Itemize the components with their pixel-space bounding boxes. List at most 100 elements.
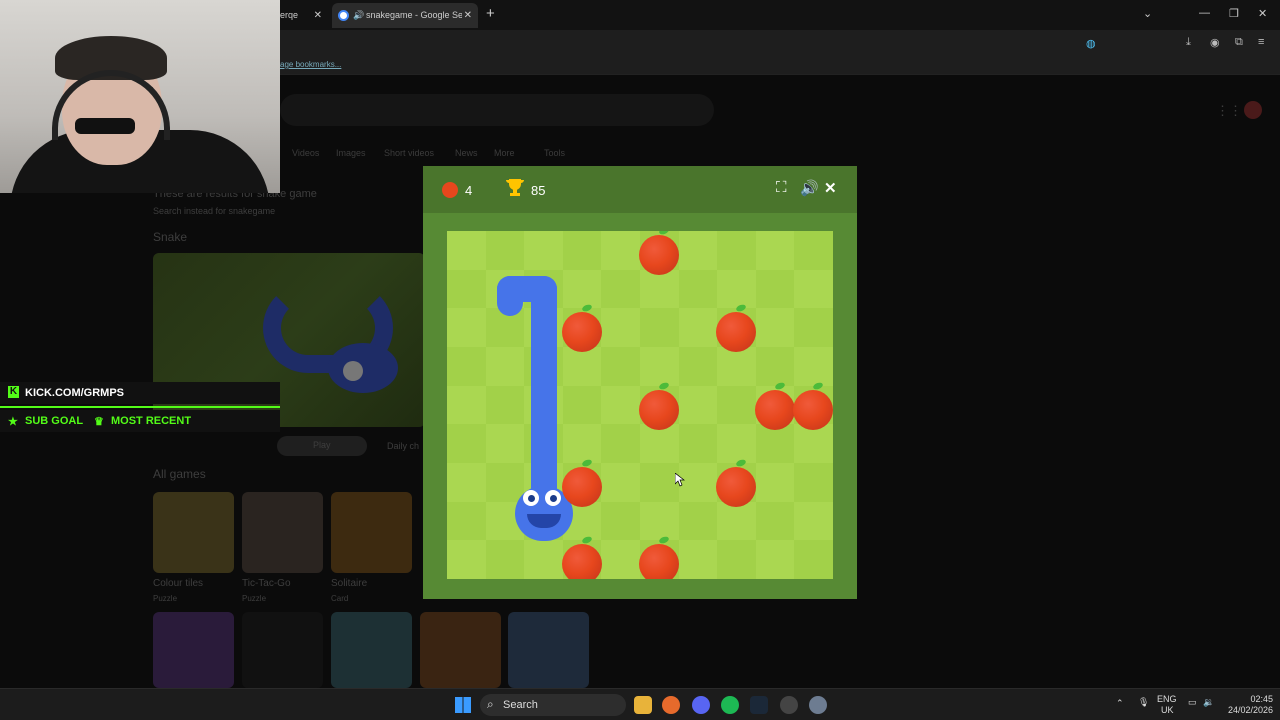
board-cell bbox=[447, 540, 486, 579]
section-title: Snake bbox=[153, 230, 188, 244]
tray-expand-icon[interactable]: ⌃ bbox=[1116, 698, 1124, 709]
extensions-icon[interactable]: ⧉ bbox=[1235, 36, 1243, 49]
apple bbox=[639, 389, 679, 430]
board-cell bbox=[755, 308, 795, 347]
game-board[interactable] bbox=[447, 231, 833, 579]
volume-icon[interactable]: 🔊 bbox=[800, 179, 819, 197]
profile-avatar[interactable] bbox=[1244, 101, 1262, 119]
search-box[interactable] bbox=[280, 94, 714, 126]
board-cell bbox=[601, 308, 640, 347]
microphone-icon[interactable]: 🎙 bbox=[1138, 697, 1149, 708]
tab-snakegame[interactable]: 🔊 snakegame - Google Search ✕ bbox=[332, 3, 478, 28]
apple bbox=[754, 389, 795, 430]
board-cell bbox=[678, 424, 718, 463]
high-score: 85 bbox=[531, 183, 546, 198]
board-cell bbox=[755, 231, 795, 270]
close-icon[interactable]: ✕ bbox=[824, 179, 837, 197]
board-cell bbox=[601, 540, 640, 579]
account-icon[interactable]: ◉ bbox=[1210, 36, 1220, 49]
tab-list-icon[interactable]: ⌄ bbox=[1143, 7, 1152, 20]
apps-icon[interactable]: ⋮⋮ bbox=[1216, 103, 1242, 119]
window-close-icon[interactable]: ✕ bbox=[1258, 7, 1267, 20]
bookmarks-link[interactable]: age bookmarks... bbox=[280, 60, 341, 69]
download-icon[interactable]: ⤓ bbox=[1186, 36, 1191, 49]
taskbar-search[interactable]: ⌕ Search bbox=[480, 694, 626, 716]
apple-score-icon bbox=[442, 182, 458, 198]
nav-more[interactable]: More bbox=[494, 148, 515, 158]
board-cell bbox=[640, 463, 679, 502]
overlay-divider bbox=[0, 406, 280, 408]
board-cell bbox=[640, 347, 679, 386]
all-games-title: All games bbox=[153, 467, 206, 481]
speaker-icon[interactable]: 🔉 bbox=[1203, 697, 1214, 708]
board-cell bbox=[601, 269, 640, 309]
game-thumb[interactable] bbox=[331, 612, 412, 688]
audio-icon[interactable]: 🔊 bbox=[353, 3, 364, 28]
clock-date[interactable]: 24/02/2026 bbox=[1221, 705, 1273, 715]
search-instead-link[interactable]: Search instead for snakegame bbox=[153, 206, 275, 216]
board-cell bbox=[447, 501, 486, 541]
nav-videos[interactable]: Videos bbox=[292, 148, 319, 158]
board-cell bbox=[562, 347, 602, 386]
close-tab-icon[interactable]: ✕ bbox=[464, 3, 472, 28]
nav-tools[interactable]: Tools bbox=[544, 148, 565, 158]
fullscreen-icon[interactable]: ⛶ bbox=[776, 179, 787, 196]
clock-time[interactable]: 02:45 bbox=[1229, 694, 1273, 704]
lang-region[interactable]: UK bbox=[1161, 705, 1174, 715]
board-cell bbox=[640, 269, 679, 309]
nav-images[interactable]: Images bbox=[336, 148, 366, 158]
windows-start-icon[interactable] bbox=[455, 697, 471, 713]
steam-icon[interactable] bbox=[750, 696, 768, 714]
tab-prev[interactable]: erqe ✕ bbox=[272, 3, 328, 28]
play-button[interactable]: Play bbox=[277, 436, 367, 456]
network-icon[interactable]: ▭ bbox=[1188, 697, 1197, 708]
nav-short-videos[interactable]: Short videos bbox=[384, 148, 434, 158]
board-cell bbox=[447, 347, 486, 386]
minimize-icon[interactable]: — bbox=[1199, 7, 1210, 19]
settings-icon[interactable] bbox=[809, 696, 827, 714]
new-tab-icon[interactable]: + bbox=[486, 5, 495, 22]
game-thumb-tic-tac-go[interactable] bbox=[242, 492, 323, 573]
kick-banner: K KICK.COM/GRMPS bbox=[0, 382, 280, 404]
board-cell bbox=[794, 231, 833, 270]
game-thumb[interactable] bbox=[153, 612, 234, 688]
board-cell bbox=[794, 463, 833, 502]
board-cell bbox=[640, 308, 679, 347]
board-cell bbox=[601, 424, 640, 463]
game-thumb[interactable] bbox=[420, 612, 501, 688]
snake-body bbox=[531, 276, 557, 501]
lang-code[interactable]: ENG bbox=[1157, 694, 1177, 704]
board-cell bbox=[717, 540, 756, 579]
taskbar-search-label: Search bbox=[503, 699, 538, 711]
firefox-icon[interactable] bbox=[662, 696, 680, 714]
kick-icon: K bbox=[8, 386, 19, 398]
board-cell bbox=[794, 540, 833, 579]
restore-icon[interactable]: ❐ bbox=[1229, 7, 1239, 20]
menu-icon[interactable]: ≡ bbox=[1258, 36, 1264, 48]
vpn-icon[interactable]: ◍ bbox=[1086, 37, 1096, 50]
file-explorer-icon[interactable] bbox=[634, 696, 652, 714]
game-thumb-colour-tiles[interactable] bbox=[153, 492, 234, 573]
app-icon[interactable] bbox=[780, 696, 798, 714]
game-thumb-pacman[interactable] bbox=[242, 612, 323, 688]
discord-icon[interactable] bbox=[692, 696, 710, 714]
board-cell bbox=[717, 385, 756, 425]
apple bbox=[561, 467, 602, 507]
nav-news[interactable]: News bbox=[455, 148, 478, 158]
game-thumb-solitaire[interactable] bbox=[331, 492, 412, 573]
board-cell bbox=[562, 385, 602, 425]
spotify-icon[interactable] bbox=[721, 696, 739, 714]
snake-mouth bbox=[527, 514, 561, 528]
apple bbox=[561, 312, 602, 353]
sunglasses bbox=[75, 118, 135, 134]
board-cell bbox=[678, 269, 718, 309]
close-tab-icon[interactable]: ✕ bbox=[314, 3, 322, 28]
daily-challenge-link[interactable]: Daily ch bbox=[387, 441, 419, 451]
board-cell bbox=[794, 347, 833, 386]
game-thumb[interactable] bbox=[508, 612, 589, 688]
board-cell bbox=[485, 424, 525, 463]
board-cell bbox=[601, 463, 640, 502]
snake-eye bbox=[545, 490, 561, 506]
board-cell bbox=[755, 424, 795, 463]
kick-url: KICK.COM/GRMPS bbox=[25, 387, 124, 399]
